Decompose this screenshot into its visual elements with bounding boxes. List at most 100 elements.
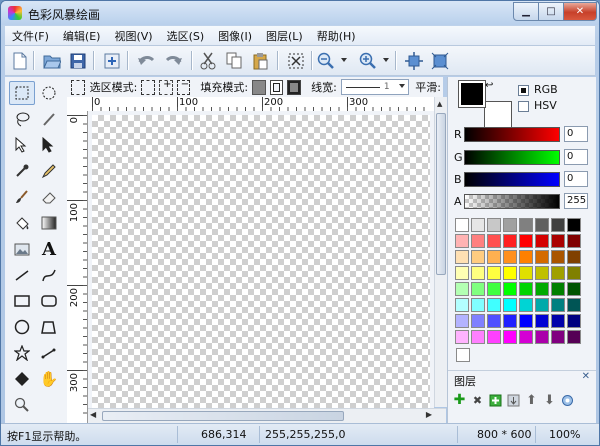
fill-mode-both-button[interactable] — [287, 79, 302, 95]
palette-swatch[interactable] — [567, 234, 581, 248]
alpha-channel-input[interactable]: 255 — [564, 193, 588, 209]
palette-swatch[interactable] — [471, 314, 485, 328]
scroll-left-icon[interactable]: ◀ — [90, 410, 96, 419]
blue-channel-input[interactable]: 0 — [564, 171, 588, 187]
lasso-icon[interactable] — [9, 107, 35, 131]
palette-swatch[interactable] — [551, 330, 565, 344]
chevron-down-icon[interactable] — [383, 58, 389, 62]
swap-colors-icon[interactable]: ↩ — [485, 80, 493, 91]
color-picker-icon[interactable] — [9, 159, 35, 183]
magic-wand-icon[interactable] — [36, 107, 62, 131]
palette-swatch[interactable] — [487, 282, 501, 296]
drawing-canvas[interactable] — [92, 115, 430, 415]
palette-swatch[interactable] — [567, 218, 581, 232]
palette-swatch[interactable] — [535, 330, 549, 344]
menu-file[interactable]: 文件(F) — [5, 28, 56, 44]
palette-swatch[interactable] — [535, 218, 549, 232]
green-channel-input[interactable]: 0 — [564, 149, 588, 165]
palette-extra-swatch[interactable] — [456, 348, 470, 362]
secondary-color-swatch[interactable] — [484, 101, 512, 129]
menu-edit[interactable]: 编辑(E) — [56, 28, 108, 44]
layer-properties-icon[interactable] — [560, 393, 575, 408]
palette-swatch[interactable] — [455, 298, 469, 312]
hsv-mode-radio[interactable] — [518, 101, 529, 112]
palette-swatch[interactable] — [551, 234, 565, 248]
fill-mode-solid-button[interactable] — [252, 79, 266, 95]
open-folder-icon[interactable] — [41, 50, 63, 71]
image-icon[interactable] — [9, 237, 35, 261]
ellipse-select-icon[interactable] — [36, 81, 62, 105]
undo-icon[interactable] — [135, 50, 157, 71]
palette-swatch[interactable] — [519, 250, 533, 264]
palette-swatch[interactable] — [551, 250, 565, 264]
palette-swatch[interactable] — [471, 218, 485, 232]
menu-select[interactable]: 选区(S) — [160, 28, 212, 44]
palette-swatch[interactable] — [519, 330, 533, 344]
move-pixels-icon[interactable] — [36, 133, 62, 157]
deselect-icon[interactable] — [285, 50, 307, 71]
rounded-rect-icon[interactable] — [36, 289, 62, 313]
fill-mode-outline-button[interactable] — [269, 79, 284, 95]
add-layer-icon[interactable]: ✚ — [452, 392, 467, 408]
palette-swatch[interactable] — [535, 250, 549, 264]
palette-swatch[interactable] — [455, 266, 469, 280]
arrow-line-icon[interactable] — [36, 341, 62, 365]
palette-swatch[interactable] — [519, 298, 533, 312]
cut-icon[interactable] — [197, 50, 219, 71]
green-channel-slider[interactable] — [464, 150, 560, 165]
palette-swatch[interactable] — [503, 250, 517, 264]
redo-icon[interactable] — [163, 50, 185, 71]
palette-swatch[interactable] — [503, 266, 517, 280]
palette-swatch[interactable] — [471, 266, 485, 280]
minimize-button[interactable]: ▁ — [513, 2, 539, 21]
menu-image[interactable]: 图像(I) — [211, 28, 259, 44]
palette-swatch[interactable] — [519, 314, 533, 328]
palette-swatch[interactable] — [551, 298, 565, 312]
zoom-icon[interactable] — [9, 393, 35, 417]
palette-swatch[interactable] — [455, 330, 469, 344]
paint-bucket-icon[interactable] — [9, 211, 35, 235]
palette-swatch[interactable] — [455, 250, 469, 264]
properties-icon[interactable] — [101, 50, 123, 71]
palette-swatch[interactable] — [487, 266, 501, 280]
chevron-down-icon[interactable] — [341, 58, 347, 62]
copy-icon[interactable] — [223, 50, 245, 71]
palette-swatch[interactable] — [519, 282, 533, 296]
rgb-mode-radio[interactable] — [518, 85, 529, 96]
palette-swatch[interactable] — [567, 266, 581, 280]
ellipse-icon[interactable] — [9, 315, 35, 339]
palette-swatch[interactable] — [487, 330, 501, 344]
scroll-up-icon[interactable]: ▲ — [437, 100, 442, 108]
line-icon[interactable] — [9, 263, 35, 287]
palette-swatch[interactable] — [551, 266, 565, 280]
palette-swatch[interactable] — [503, 298, 517, 312]
duplicate-layer-icon[interactable] — [488, 393, 503, 408]
palette-swatch[interactable] — [471, 250, 485, 264]
palette-swatch[interactable] — [487, 218, 501, 232]
palette-swatch[interactable] — [503, 314, 517, 328]
rect-select-icon[interactable] — [9, 81, 35, 105]
close-button[interactable]: ✕ — [563, 2, 597, 21]
text-icon[interactable]: A — [36, 237, 62, 261]
menu-layer[interactable]: 图层(L) — [259, 28, 310, 44]
freeform-shape-icon[interactable] — [36, 315, 62, 339]
palette-swatch[interactable] — [567, 250, 581, 264]
palette-swatch[interactable] — [487, 250, 501, 264]
select-mode-replace-button[interactable] — [141, 79, 156, 95]
alpha-channel-slider[interactable] — [464, 194, 560, 209]
menu-help[interactable]: 帮助(H) — [310, 28, 363, 44]
vertical-scrollbar[interactable]: ▲ — [434, 97, 447, 407]
actual-size-icon[interactable] — [429, 50, 451, 71]
merge-down-icon[interactable] — [506, 393, 521, 408]
blue-channel-slider[interactable] — [464, 172, 560, 187]
palette-swatch[interactable] — [535, 298, 549, 312]
move-up-icon[interactable]: ⬆ — [524, 393, 539, 408]
vertical-scroll-thumb[interactable] — [436, 113, 446, 275]
paste-icon[interactable] — [249, 50, 271, 71]
select-mode-add-button[interactable]: + — [159, 79, 173, 95]
title-bar[interactable]: 色彩风暴绘画 ▁ □ ✕ — [1, 1, 599, 25]
horizontal-scrollbar[interactable]: ◀ ▶ — [88, 408, 446, 423]
palette-swatch[interactable] — [551, 282, 565, 296]
palette-swatch[interactable] — [503, 234, 517, 248]
palette-swatch[interactable] — [567, 282, 581, 296]
